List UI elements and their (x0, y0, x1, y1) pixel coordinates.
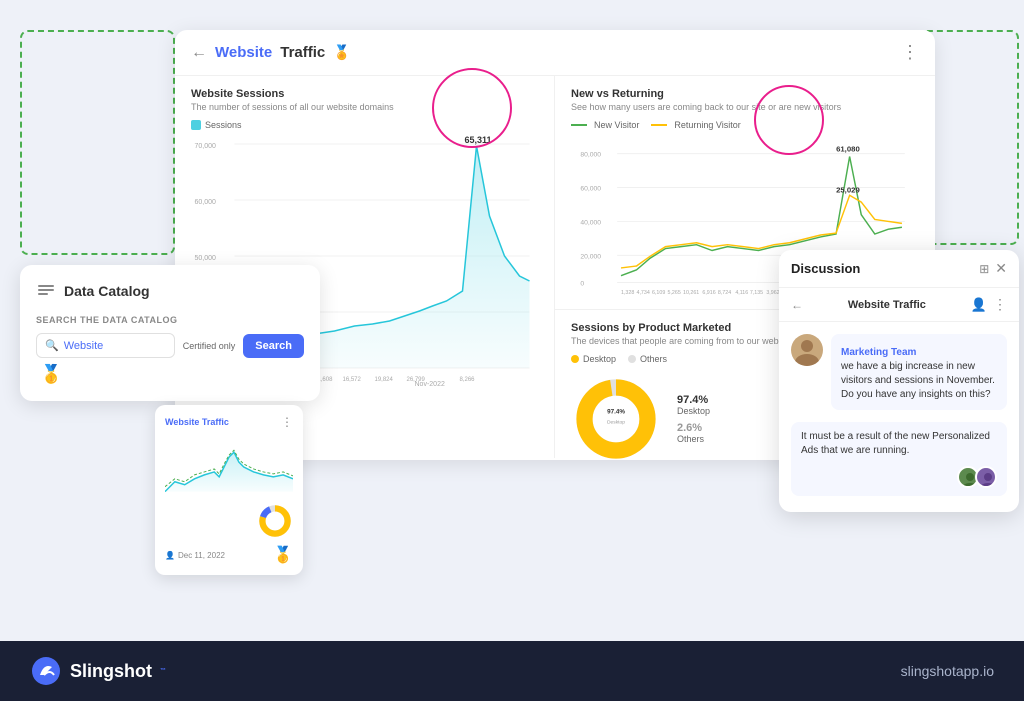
search-button[interactable]: Search (243, 334, 304, 358)
search-row: 🔍 Website Certified only Search (36, 333, 304, 358)
message-1-row: Marketing Team we have a big increase in… (791, 334, 1007, 410)
message-1-text: we have a big increase in new visitors a… (841, 360, 997, 402)
others-pct: 2.6% (677, 422, 710, 434)
nvr-chart-subtitle: See how many users are coming back to ou… (571, 102, 919, 112)
svg-text:3,962: 3,962 (766, 290, 779, 296)
mini-chart-area (165, 437, 293, 497)
svg-text:6,916: 6,916 (702, 290, 715, 296)
sessions-legend: Sessions (191, 120, 538, 130)
svg-text:80,000: 80,000 (580, 152, 601, 159)
discussion-sub-title: Website Traffic (848, 299, 926, 311)
svg-text:19,824: 19,824 (375, 377, 394, 383)
svg-text:7,135: 7,135 (750, 290, 763, 296)
sessions-chart-subtitle: The number of sessions of all our websit… (191, 102, 538, 112)
mini-donut-area (165, 503, 293, 539)
mini-card-title: Website Traffic (165, 417, 229, 427)
desktop-label: Desktop (677, 406, 710, 416)
mini-card-date: 👤 Dec 11, 2022 (165, 551, 225, 560)
trademark-icon: ™ (160, 668, 166, 674)
data-catalog-title-row: Data Catalog (36, 281, 304, 301)
svg-text:50,000: 50,000 (195, 255, 217, 262)
svg-text:97.4%: 97.4% (607, 409, 625, 416)
discussion-title: Discussion (791, 261, 860, 276)
message-2-bubble: It must be a result of the new Personali… (791, 422, 1007, 496)
traffic-header: ← Website Traffic 🏅 ⋮ (175, 30, 935, 76)
discussion-header-icons: ⊞ ✕ (979, 260, 1007, 277)
discussion-panel: Discussion ⊞ ✕ ← Website Traffic 👤 ⋮ Mar… (779, 250, 1019, 512)
data-catalog-icon (36, 281, 56, 301)
avatar-message1 (791, 334, 823, 366)
mini-card-header: Website Traffic ⋮ (165, 415, 293, 429)
svg-text:60,000: 60,000 (580, 185, 601, 192)
svg-text:8,266: 8,266 (460, 377, 476, 383)
message-1-bubble: Marketing Team we have a big increase in… (831, 334, 1007, 410)
mini-traffic-card: Website Traffic ⋮ 👤 De (155, 405, 303, 575)
svg-text:4,116: 4,116 (735, 290, 748, 296)
search-section-label: SEARCH THE DATA CATALOG (36, 315, 304, 325)
svg-text:Desktop: Desktop (607, 420, 625, 426)
slingshot-logo-icon (30, 655, 62, 687)
footer-url: slingshotapp.io (901, 663, 994, 679)
back-button[interactable]: ← (191, 44, 207, 62)
sessions-legend-dot (191, 120, 201, 130)
svg-text:61,080: 61,080 (836, 145, 860, 154)
footer-logo-text: Slingshot (70, 661, 152, 682)
close-icon[interactable]: ✕ (995, 260, 1007, 277)
certified-checkbox-label: Certified only (183, 341, 236, 351)
svg-text:60,000: 60,000 (195, 199, 217, 206)
search-icon: 🔍 (45, 339, 59, 352)
avatar-2b (975, 466, 997, 488)
donut-svg: 97.4% Desktop (571, 374, 661, 460)
message-1-sender: Marketing Team (841, 347, 916, 358)
search-input-wrap[interactable]: 🔍 Website (36, 333, 175, 358)
svg-text:20,000: 20,000 (580, 253, 601, 260)
nvr-chart-title: New vs Returning (571, 88, 919, 100)
svg-text:65,311: 65,311 (465, 136, 492, 145)
mini-card-footer: 👤 Dec 11, 2022 🥇 (165, 545, 293, 565)
svg-text:25,029: 25,029 (836, 185, 860, 194)
svg-text:5,265: 5,265 (668, 290, 681, 296)
message-2-text: It must be a result of the new Personali… (801, 430, 997, 458)
trophy-icon: 🏅 (333, 44, 350, 61)
mini-chart-svg (165, 437, 293, 497)
back-arrow-icon[interactable]: ← (791, 298, 803, 312)
person-icon[interactable]: 👤 (971, 297, 987, 313)
search-input-value: Website (64, 340, 104, 352)
desktop-pct: 97.4% (677, 394, 710, 406)
svg-text:1,328: 1,328 (621, 290, 634, 296)
svg-text:70,000: 70,000 (195, 143, 217, 150)
mini-donut-svg (257, 503, 293, 539)
traffic-title-traffic: Traffic (280, 44, 325, 61)
mini-card-menu[interactable]: ⋮ (281, 415, 293, 429)
layout-icon[interactable]: ⊞ (979, 262, 989, 276)
award-icon-catalog: 🥇 (40, 364, 62, 384)
data-catalog-card: Data Catalog SEARCH THE DATA CATALOG 🔍 W… (20, 265, 320, 401)
discussion-header: Discussion ⊞ ✕ (779, 250, 1019, 288)
svg-text:0: 0 (580, 280, 584, 287)
svg-text:10,261: 10,261 (683, 290, 699, 296)
svg-text:16,572: 16,572 (343, 377, 362, 383)
footer-bar: Slingshot ™ slingshotapp.io (0, 641, 1024, 701)
sessions-chart-title: Website Sessions (191, 88, 538, 100)
data-catalog-title-text: Data Catalog (64, 283, 150, 299)
svg-text:8,724: 8,724 (718, 290, 731, 296)
svg-text:6,109: 6,109 (652, 290, 665, 296)
nvr-legend: New Visitor Returning Visitor (571, 120, 919, 136)
mini-award-icon: 🥇 (273, 545, 293, 565)
traffic-title-website: Website (215, 44, 272, 61)
svg-text:4,734: 4,734 (637, 290, 650, 296)
discussion-sub-header: ← Website Traffic 👤 ⋮ (779, 288, 1019, 322)
discussion-body: Marketing Team we have a big increase in… (779, 322, 1019, 512)
avatar-group (801, 466, 997, 488)
svg-text:40,000: 40,000 (580, 219, 601, 226)
footer-logo: Slingshot ™ (30, 655, 166, 687)
others-label: Others (677, 434, 710, 444)
svg-text:26,799: 26,799 (407, 377, 426, 383)
sub-header-menu[interactable]: ⋮ (993, 296, 1007, 313)
menu-button[interactable]: ⋮ (901, 42, 919, 63)
